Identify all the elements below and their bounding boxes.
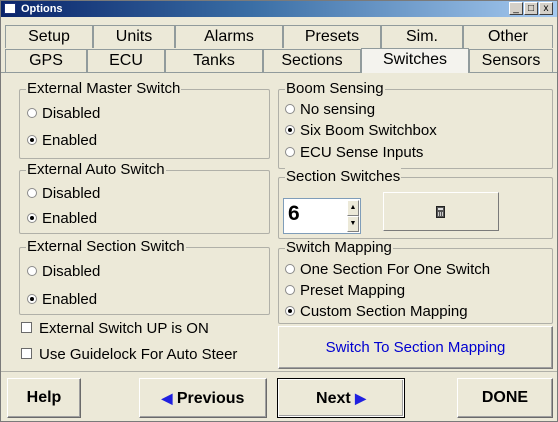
tab-gps[interactable]: GPS	[5, 49, 87, 72]
external-auto-switch-title: External Auto Switch	[26, 161, 166, 179]
one-section-one-switch-radio[interactable]: One Section For One Switch	[285, 261, 490, 279]
tab-panel-border	[1, 72, 557, 73]
auto-enabled-radio[interactable]: Enabled	[27, 210, 97, 228]
radio-icon	[27, 108, 37, 118]
options-window: Options _ □ x Setup Units Alarms Presets…	[0, 0, 558, 422]
minimize-button[interactable]: _	[509, 2, 523, 15]
tab-tanks[interactable]: Tanks	[165, 49, 263, 72]
master-disabled-radio[interactable]: Disabled	[27, 105, 100, 123]
maximize-button[interactable]: □	[524, 2, 538, 15]
section-enabled-radio[interactable]: Enabled	[27, 291, 97, 309]
tab-other[interactable]: Other	[463, 25, 553, 48]
previous-label: Previous	[176, 390, 245, 407]
next-label: Next	[316, 390, 351, 407]
tab-presets[interactable]: Presets	[283, 25, 381, 48]
ecu-sense-inputs-radio[interactable]: ECU Sense Inputs	[285, 144, 423, 162]
radio-icon	[27, 266, 37, 276]
radio-selected-icon	[27, 135, 37, 145]
master-enabled-radio[interactable]: Enabled	[27, 132, 97, 150]
external-section-switch-title: External Section Switch	[26, 238, 186, 256]
footer-bar: Help ◀ Previous Next ▶ DONE	[1, 371, 557, 421]
external-switch-up-checkbox[interactable]: External Switch UP is ON	[21, 320, 209, 338]
boom-sensing-title: Boom Sensing	[285, 80, 385, 98]
title-bar[interactable]: Options _ □ x	[1, 1, 557, 17]
tab-setup[interactable]: Setup	[5, 25, 93, 48]
section-disabled-radio[interactable]: Disabled	[27, 263, 100, 281]
previous-button[interactable]: ◀ Previous	[139, 378, 267, 418]
calculator-button[interactable]	[383, 192, 499, 231]
section-count-value[interactable]: 6	[288, 202, 300, 226]
spin-up-icon[interactable]: ▲	[347, 200, 359, 216]
app-icon	[4, 3, 16, 14]
arrow-right-icon: ▶	[355, 390, 366, 406]
tab-ecu[interactable]: ECU	[87, 49, 165, 72]
auto-disabled-radio[interactable]: Disabled	[27, 185, 100, 203]
tab-sensors[interactable]: Sensors	[469, 49, 553, 72]
close-button[interactable]: x	[539, 2, 553, 15]
arrow-left-icon: ◀	[161, 390, 173, 406]
six-boom-switchbox-radio[interactable]: Six Boom Switchbox	[285, 122, 437, 140]
radio-selected-icon	[285, 125, 295, 135]
radio-selected-icon	[27, 294, 37, 304]
section-count-stepper[interactable]: 6 ▲ ▼	[283, 198, 361, 234]
preset-mapping-radio[interactable]: Preset Mapping	[285, 282, 405, 300]
radio-icon	[285, 285, 295, 295]
tab-units[interactable]: Units	[93, 25, 175, 48]
custom-section-mapping-radio[interactable]: Custom Section Mapping	[285, 303, 468, 321]
switch-mapping-title: Switch Mapping	[285, 239, 393, 257]
radio-icon	[285, 104, 295, 114]
tab-switches[interactable]: Switches	[361, 48, 469, 73]
switch-to-section-mapping-button[interactable]: Switch To Section Mapping	[278, 326, 553, 369]
checkbox-icon	[21, 322, 32, 333]
calculator-icon	[436, 206, 445, 218]
no-sensing-radio[interactable]: No sensing	[285, 101, 375, 119]
help-button[interactable]: Help	[7, 378, 81, 418]
spin-down-icon[interactable]: ▼	[347, 216, 359, 232]
tab-sim[interactable]: Sim.	[381, 25, 463, 48]
tab-sections[interactable]: Sections	[263, 49, 361, 72]
radio-selected-icon	[285, 306, 295, 316]
radio-icon	[285, 264, 295, 274]
window-title: Options	[21, 3, 63, 15]
tab-alarms[interactable]: Alarms	[175, 25, 283, 48]
section-switches-title: Section Switches	[285, 168, 402, 186]
guidelock-checkbox[interactable]: Use Guidelock For Auto Steer	[21, 346, 237, 364]
radio-icon	[285, 147, 295, 157]
radio-icon	[27, 188, 37, 198]
external-master-switch-title: External Master Switch	[26, 80, 182, 98]
next-button[interactable]: Next ▶	[277, 378, 405, 418]
radio-selected-icon	[27, 213, 37, 223]
checkbox-icon	[21, 348, 32, 359]
done-button[interactable]: DONE	[457, 378, 553, 418]
